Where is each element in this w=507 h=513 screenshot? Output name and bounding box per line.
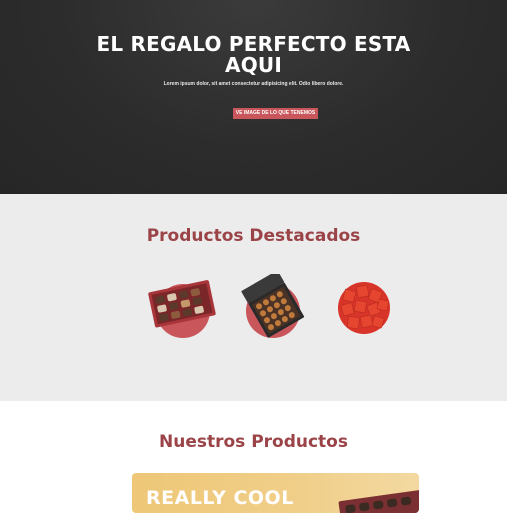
banner-text: REALLY COOL [146, 487, 294, 509]
hero-title-line-1: EL REGALO PERFECTO ESTA [96, 32, 411, 56]
banner-chocolate-box-icon [338, 488, 419, 513]
hero-title: EL REGALO PERFECTO ESTA AQUI [0, 34, 507, 76]
chocolate-box-icon [148, 280, 216, 328]
featured-product-2[interactable] [240, 274, 310, 344]
featured-product-3[interactable] [330, 274, 400, 344]
featured-products-title: Productos Destacados [146, 226, 361, 246]
product-banner[interactable]: REALLY COOL [132, 473, 419, 513]
hero-title-line-2: AQUI [225, 53, 282, 77]
our-products-title: Nuestros Productos [158, 432, 348, 452]
red-candy-icon [340, 284, 390, 329]
hero-section: EL REGALO PERFECTO ESTA AQUI Lorem ipsum… [0, 0, 507, 194]
featured-product-1[interactable] [146, 274, 216, 344]
hero-subtitle: Lorem ipsum dolor, sit amet consectetur … [163, 81, 344, 87]
hero-cta-button[interactable]: VE IMAGE DE LO QUE TENEMOS [233, 108, 318, 119]
open-chocolate-box-icon [241, 274, 305, 338]
